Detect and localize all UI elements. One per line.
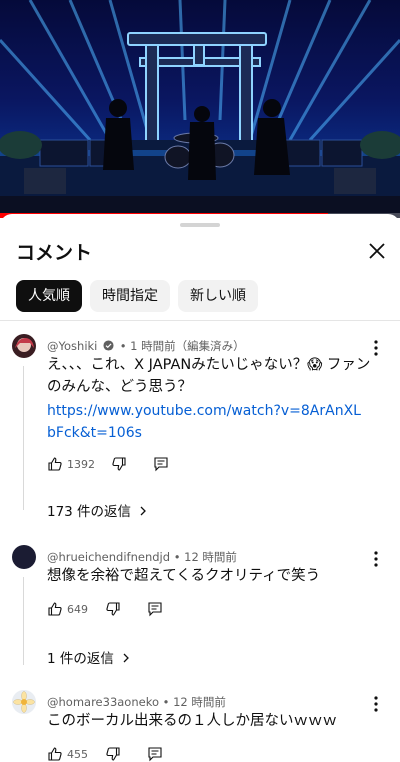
thumb-down-icon[interactable] (105, 601, 121, 617)
drag-handle[interactable] (180, 223, 220, 227)
thumb-down-icon[interactable] (105, 746, 121, 762)
comment-author[interactable]: @homare33aoneko (47, 695, 159, 709)
reply-icon[interactable] (153, 456, 169, 472)
reply-icon[interactable] (147, 746, 163, 762)
like-count: 455 (67, 747, 88, 761)
view-replies-button[interactable]: 1 件の返信 (47, 647, 130, 667)
comment-time: • 1 時間前（編集済み） (119, 339, 245, 353)
thumb-down-icon[interactable] (111, 456, 127, 472)
avatar-image (12, 690, 36, 714)
comment-meta: @hrueichendifnendjd • 12 時間前 (47, 549, 237, 565)
sort-chips: 人気順 時間指定 新しい順 (16, 280, 258, 312)
comment-actions: 455 (47, 746, 163, 762)
chevron-right-icon (123, 653, 130, 663)
avatar-image (12, 334, 36, 358)
avatar[interactable] (12, 334, 36, 358)
comment-author[interactable]: @Yoshiki (47, 339, 97, 353)
thread-line (23, 577, 24, 665)
like-count: 649 (67, 602, 88, 616)
close-button[interactable] (364, 238, 390, 264)
comment-time: • 12 時間前 (162, 695, 226, 709)
replies-count: 173 件の返信 (47, 504, 132, 520)
thumb-up-icon[interactable] (47, 456, 63, 472)
comment-actions: 1392 (47, 456, 169, 472)
comment-text: え、、、これ、X JAPANみたいじゃない？😱 ファンのみんな、どう思う？ (47, 357, 371, 395)
chip-popular[interactable]: 人気順 (16, 280, 82, 312)
comment-author[interactable]: @hrueichendifnendjd (47, 550, 170, 564)
sheet-title: コメント (16, 242, 93, 264)
video-player[interactable] (0, 0, 400, 218)
thread-line (23, 366, 24, 510)
reply-icon[interactable] (147, 601, 163, 617)
verified-icon (103, 340, 114, 351)
video-frame (0, 0, 400, 218)
comment-link[interactable]: https://www.youtube.com/watch?v=8ArAnXLb… (47, 400, 367, 444)
like-count: 1392 (67, 457, 95, 471)
chevron-right-icon (140, 506, 147, 516)
avatar[interactable] (12, 545, 36, 569)
comment-actions: 649 (47, 601, 163, 617)
thumb-up-icon[interactable] (47, 601, 63, 617)
comment-text: 想像を余裕で超えてくるクオリティで笑う (47, 568, 321, 584)
comment-text: このボーカル出来るの１人しか居ないｗｗｗ (47, 713, 337, 729)
comment-meta: @Yoshiki • 1 時間前（編集済み） (47, 338, 245, 354)
replies-count: 1 件の返信 (47, 651, 114, 667)
chip-newest[interactable]: 新しい順 (178, 280, 258, 312)
close-icon (369, 243, 385, 259)
comment-time: • 12 時間前 (173, 550, 237, 564)
avatar[interactable] (12, 690, 36, 714)
divider (0, 320, 400, 321)
comment-meta: @homare33aoneko • 12 時間前 (47, 694, 226, 710)
comments-sheet: コメント 人気順 時間指定 新しい順 @Yoshiki • 1 時間前（編集済み… (0, 214, 400, 762)
chip-timed[interactable]: 時間指定 (90, 280, 170, 312)
thumb-up-icon[interactable] (47, 746, 63, 762)
view-replies-button[interactable]: 173 件の返信 (47, 500, 147, 520)
